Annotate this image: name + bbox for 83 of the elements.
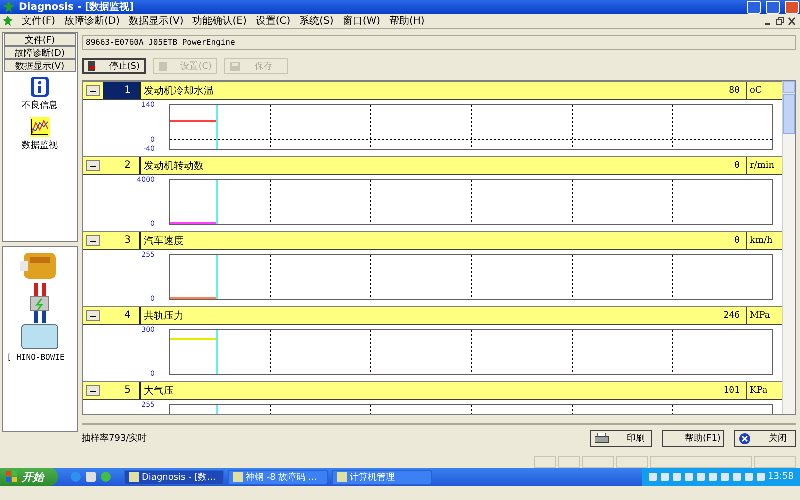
footer-button[interactable]: 帮助(F1) — [662, 430, 724, 447]
menu-item[interactable]: 数据显示(V) — [129, 14, 184, 28]
sidebar-item[interactable]: 不良信息 — [22, 99, 58, 112]
menu-item[interactable]: 设置(C) — [256, 14, 291, 28]
channel-value: 101 — [724, 386, 741, 396]
minus-icon — [90, 316, 96, 318]
close-icon — [739, 432, 751, 444]
tray-icon[interactable] — [672, 472, 682, 482]
clock: 13:58 — [768, 472, 794, 482]
tray-icon[interactable] — [732, 472, 742, 482]
channel-value: 246 — [724, 310, 741, 321]
app-icon — [3, 1, 15, 13]
printer-icon — [595, 433, 609, 444]
collapse-button[interactable] — [86, 85, 100, 96]
channel-number[interactable]: 2 — [103, 157, 141, 174]
close-icon[interactable] — [787, 16, 797, 26]
status-bar-panel — [558, 456, 580, 468]
channel-number[interactable]: 3 — [103, 232, 141, 250]
menu-item[interactable]: 帮助(H) — [390, 14, 425, 28]
minus-icon — [90, 91, 96, 94]
tray-icon[interactable] — [648, 472, 658, 482]
windows-logo — [6, 471, 18, 483]
status-bar-panel — [582, 456, 614, 468]
menu-item[interactable]: 窗口(W) — [342, 14, 381, 28]
minimize-button[interactable] — [747, 0, 761, 14]
tray-icon[interactable] — [696, 472, 706, 482]
connection-label: [ HINO-BOWIE — [6, 353, 65, 362]
collapse-button[interactable] — [86, 385, 100, 396]
window-icon — [337, 472, 347, 482]
stop-icon — [88, 61, 96, 72]
menu-item[interactable]: 系统(S) — [300, 14, 334, 28]
menu-item[interactable]: 故障诊断(D) — [64, 14, 120, 28]
collapse-button[interactable] — [86, 310, 100, 322]
ecu-info-field: 89663-E0760A J05ETB PowerEngine — [82, 35, 796, 50]
window-icon — [129, 472, 139, 482]
channel-name: 共轨压力 — [143, 310, 185, 323]
tray-icon[interactable] — [720, 472, 730, 482]
window-icon — [233, 472, 243, 482]
sidebar-button[interactable]: 数据显示(V) — [4, 59, 76, 72]
restore-icon[interactable] — [775, 16, 785, 26]
chart-icon — [30, 117, 50, 137]
channel-name: 大气压 — [143, 384, 175, 398]
minus-icon — [90, 391, 96, 394]
tray-icon[interactable] — [660, 472, 670, 482]
channel-number[interactable]: 1 — [103, 82, 141, 100]
menu-item[interactable]: 功能确认(E) — [192, 14, 247, 28]
channel-value: 80 — [729, 86, 741, 96]
status-bar-panel — [754, 456, 796, 468]
channel-number[interactable]: 4 — [103, 307, 141, 324]
taskbar-button[interactable]: Diagnosis - [数... — [124, 470, 224, 484]
settings-icon — [158, 60, 167, 72]
sidebar-button[interactable]: 故障诊断(D) — [4, 46, 76, 59]
channel-name: 发动机转动数 — [143, 160, 205, 173]
channel-value: 0 — [734, 160, 741, 171]
window-title: Diagnosis - [数据监视] — [19, 0, 136, 14]
footer-button[interactable]: 关闭 — [734, 430, 796, 447]
app-icon — [3, 16, 13, 26]
collapse-button[interactable] — [86, 235, 100, 246]
taskbar-button[interactable]: 神钢 -8 故障码 ... — [228, 470, 328, 484]
sidebar-item[interactable]: 数据监视 — [22, 139, 58, 152]
collapse-button[interactable] — [86, 160, 100, 172]
tray-icon[interactable] — [744, 472, 754, 482]
channel-name: 发动机冷却水温 — [143, 84, 215, 98]
sampling-status: 抽样率793/实时 — [82, 432, 148, 445]
tray-icon[interactable] — [684, 472, 694, 482]
tray-icon[interactable] — [756, 472, 766, 482]
close-button[interactable] — [785, 0, 799, 14]
channel-number[interactable]: 5 — [103, 382, 141, 400]
tray-icon[interactable] — [708, 472, 718, 482]
toolbar-button[interactable]: 停止(S) — [82, 58, 146, 74]
sidebar-button[interactable]: 文件(F) — [4, 33, 76, 46]
minus-icon — [90, 241, 96, 244]
taskbar-button[interactable]: 计算机管理 — [332, 470, 432, 484]
channel-value: 0 — [734, 236, 741, 246]
restore-button[interactable] — [766, 0, 780, 14]
status-bar-panel — [534, 456, 556, 468]
status-bar-panel — [616, 456, 648, 468]
scrollbar[interactable] — [782, 81, 795, 414]
footer-button[interactable]: 印刷 — [590, 430, 652, 447]
menu-item[interactable]: 文件(F) — [22, 14, 56, 28]
minus-icon — [90, 166, 96, 168]
channel-name: 汽车速度 — [143, 234, 185, 248]
info-icon — [31, 77, 49, 97]
